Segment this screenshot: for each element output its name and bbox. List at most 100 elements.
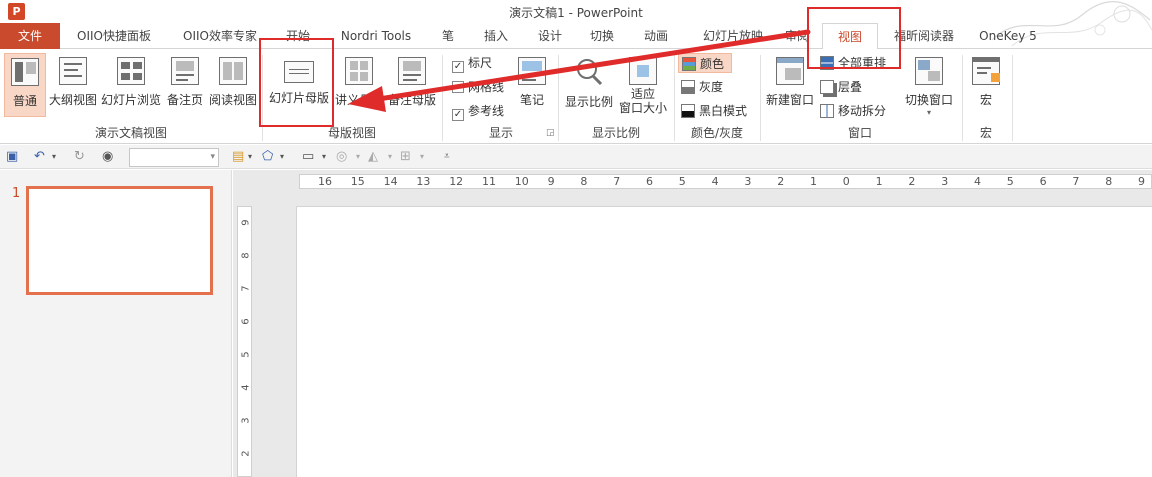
notes-master-icon <box>398 57 426 85</box>
tab-oiio-quick-panel[interactable]: OIIO快捷面板 <box>66 23 162 49</box>
group-separator <box>962 55 963 141</box>
notes-master-button[interactable]: 备注母版 <box>386 53 438 117</box>
ruler-label: 标尺 <box>468 56 493 70</box>
switch-windows-button[interactable]: 切换窗口 ▾ <box>900 53 958 117</box>
slide-master-button[interactable]: 幻灯片母版 <box>266 53 332 117</box>
ruler-tick-label: 9 <box>547 175 555 188</box>
undo-dropdown-icon[interactable]: ▾ <box>52 148 56 166</box>
redo-icon[interactable]: ↻ <box>74 148 85 166</box>
show-group-label: 显示 <box>488 126 513 140</box>
text-box-icon[interactable]: ▭ <box>302 148 314 166</box>
notes-page-icon <box>171 57 199 85</box>
reading-view-button[interactable]: 阅读视图 <box>207 53 259 117</box>
format-dropdown-icon[interactable]: ▾ <box>248 148 252 166</box>
ruler-tick-label: 15 <box>350 175 365 188</box>
ruler-tick-label: 7 <box>1072 175 1080 188</box>
tab-insert[interactable]: 插入 <box>474 23 518 49</box>
gridlines-label: 网格线 <box>468 80 505 94</box>
notes-button[interactable]: 笔记 <box>512 53 552 117</box>
format-painter-icon[interactable]: ▤ <box>232 148 244 166</box>
notes-label: 笔记 <box>519 93 544 107</box>
outline-view-button[interactable]: 大纲视图 <box>48 53 98 117</box>
tab-animations[interactable]: 动画 <box>634 23 678 49</box>
color-grayscale-group-label: 颜色/灰度 <box>690 126 744 140</box>
tab-home[interactable]: 开始 <box>276 23 320 49</box>
font-size-combo[interactable]: ▾ <box>129 148 219 167</box>
shapes-icon[interactable]: ⬠ <box>262 148 273 166</box>
ruler-tick-label: 1 <box>875 175 883 188</box>
tab-onekey[interactable]: OneKey 5 <box>972 23 1044 49</box>
ruler-tick-label: 7 <box>613 175 621 188</box>
guides-checkbox[interactable]: ✓ 参考线 <box>452 101 504 121</box>
fit-to-window-button[interactable]: 适应 窗口大小 <box>616 53 670 117</box>
black-white-swatch-icon <box>681 104 695 118</box>
shapes-dropdown-icon[interactable]: ▾ <box>280 148 284 166</box>
tab-pen[interactable]: 笔 <box>434 23 462 49</box>
tab-oiio-efficiency[interactable]: OIIO效率专家 <box>172 23 268 49</box>
black-white-button[interactable]: 黑白模式 <box>681 101 747 121</box>
arrange-all-button[interactable]: 全部重排 <box>820 53 886 73</box>
fit-to-window-label-line1: 适应 <box>630 87 655 101</box>
shape-fill-dropdown-icon[interactable]: ▾ <box>356 148 360 166</box>
horizontal-ruler[interactable]: 16151413121110987654321012345678910 <box>299 174 1152 189</box>
align-dropdown-icon[interactable]: ▾ <box>388 148 392 166</box>
save-icon[interactable]: ▣ <box>6 148 18 166</box>
ruler-tick-label: 3 <box>240 417 252 424</box>
slideshow-from-start-icon[interactable]: ◉ <box>102 148 113 166</box>
gridlines-checkbox[interactable]: 网格线 <box>452 77 504 97</box>
ruler-tick-label: 2 <box>908 175 916 188</box>
tab-design[interactable]: 设计 <box>528 23 572 49</box>
slide-canvas[interactable] <box>296 206 1152 477</box>
shape-fill-icon[interactable]: ◎ <box>336 148 347 166</box>
vertical-ruler[interactable]: 9 8 7 6 5 4 3 2 <box>237 206 252 477</box>
tab-nordri-tools[interactable]: Nordri Tools <box>330 23 422 49</box>
ruler-tick-label: 5 <box>678 175 686 188</box>
show-dialog-launcher-icon[interactable]: ◲ <box>546 128 555 138</box>
undo-icon[interactable]: ↶ <box>34 148 45 166</box>
cascade-button[interactable]: 层叠 <box>820 77 862 97</box>
slide-thumbnail[interactable] <box>26 186 213 295</box>
grayscale-label: 灰度 <box>699 80 724 94</box>
ruler-tick-label: 10 <box>514 175 529 188</box>
font-size-dropdown-icon[interactable]: ▾ <box>210 149 215 166</box>
notes-page-button[interactable]: 备注页 <box>164 53 206 117</box>
move-split-button[interactable]: 移动拆分 <box>820 101 886 121</box>
handout-master-button[interactable]: 讲义母版 <box>334 53 384 117</box>
new-window-icon <box>776 57 804 85</box>
group-separator <box>262 55 263 141</box>
slide-sorter-button[interactable]: 幻灯片浏览 <box>100 53 162 117</box>
grayscale-button[interactable]: 灰度 <box>681 77 723 97</box>
tab-file[interactable]: 文件 <box>0 23 60 49</box>
outline-view-icon <box>59 57 87 85</box>
color-mode-button[interactable]: 颜色 <box>678 53 732 73</box>
ribbon-view: 普通 大纲视图 幻灯片浏览 备注页 阅读视图 演示文稿视图 幻灯片母版 讲义母版… <box>0 49 1152 144</box>
normal-view-button[interactable]: 普通 <box>4 53 46 117</box>
tab-view[interactable]: 视图 <box>822 23 878 50</box>
slide-master-icon <box>284 61 314 83</box>
ruler-tick-label: 3 <box>941 175 949 188</box>
ruler-tick-label: 12 <box>449 175 464 188</box>
tab-review[interactable]: 审阅 <box>780 23 814 49</box>
slide-sorter-icon <box>117 57 145 85</box>
title-bar: P 演示文稿1 - PowerPoint <box>0 0 1152 47</box>
align-icon[interactable]: ◭ <box>368 148 378 166</box>
outline-view-label: 大纲视图 <box>48 93 97 107</box>
new-window-label: 新建窗口 <box>765 93 814 107</box>
switch-windows-dropdown-icon: ▾ <box>926 108 931 117</box>
customize-toolbar-icon[interactable]: ⩡ <box>444 148 450 166</box>
new-window-button[interactable]: 新建窗口 <box>764 53 816 117</box>
cascade-label: 层叠 <box>838 80 863 94</box>
arrange-dropdown-icon[interactable]: ▾ <box>420 148 424 166</box>
tab-foxit-reader[interactable]: 福昕阅读器 <box>884 23 964 49</box>
fit-to-window-icon <box>629 57 657 85</box>
macros-button[interactable]: 宏 <box>966 53 1006 117</box>
ruler-tick-label: 8 <box>580 175 588 188</box>
ruler-checkbox[interactable]: ✓ 标尺 <box>452 53 492 73</box>
arrange-icon[interactable]: ⊞ <box>400 148 411 166</box>
normal-view-label: 普通 <box>12 94 37 108</box>
text-box-dropdown-icon[interactable]: ▾ <box>322 148 326 166</box>
tab-slideshow[interactable]: 幻灯片放映 <box>690 23 776 49</box>
zoom-button[interactable]: 显示比例 <box>562 53 616 117</box>
macros-group-label: 宏 <box>979 126 992 140</box>
tab-transitions[interactable]: 切换 <box>580 23 624 49</box>
